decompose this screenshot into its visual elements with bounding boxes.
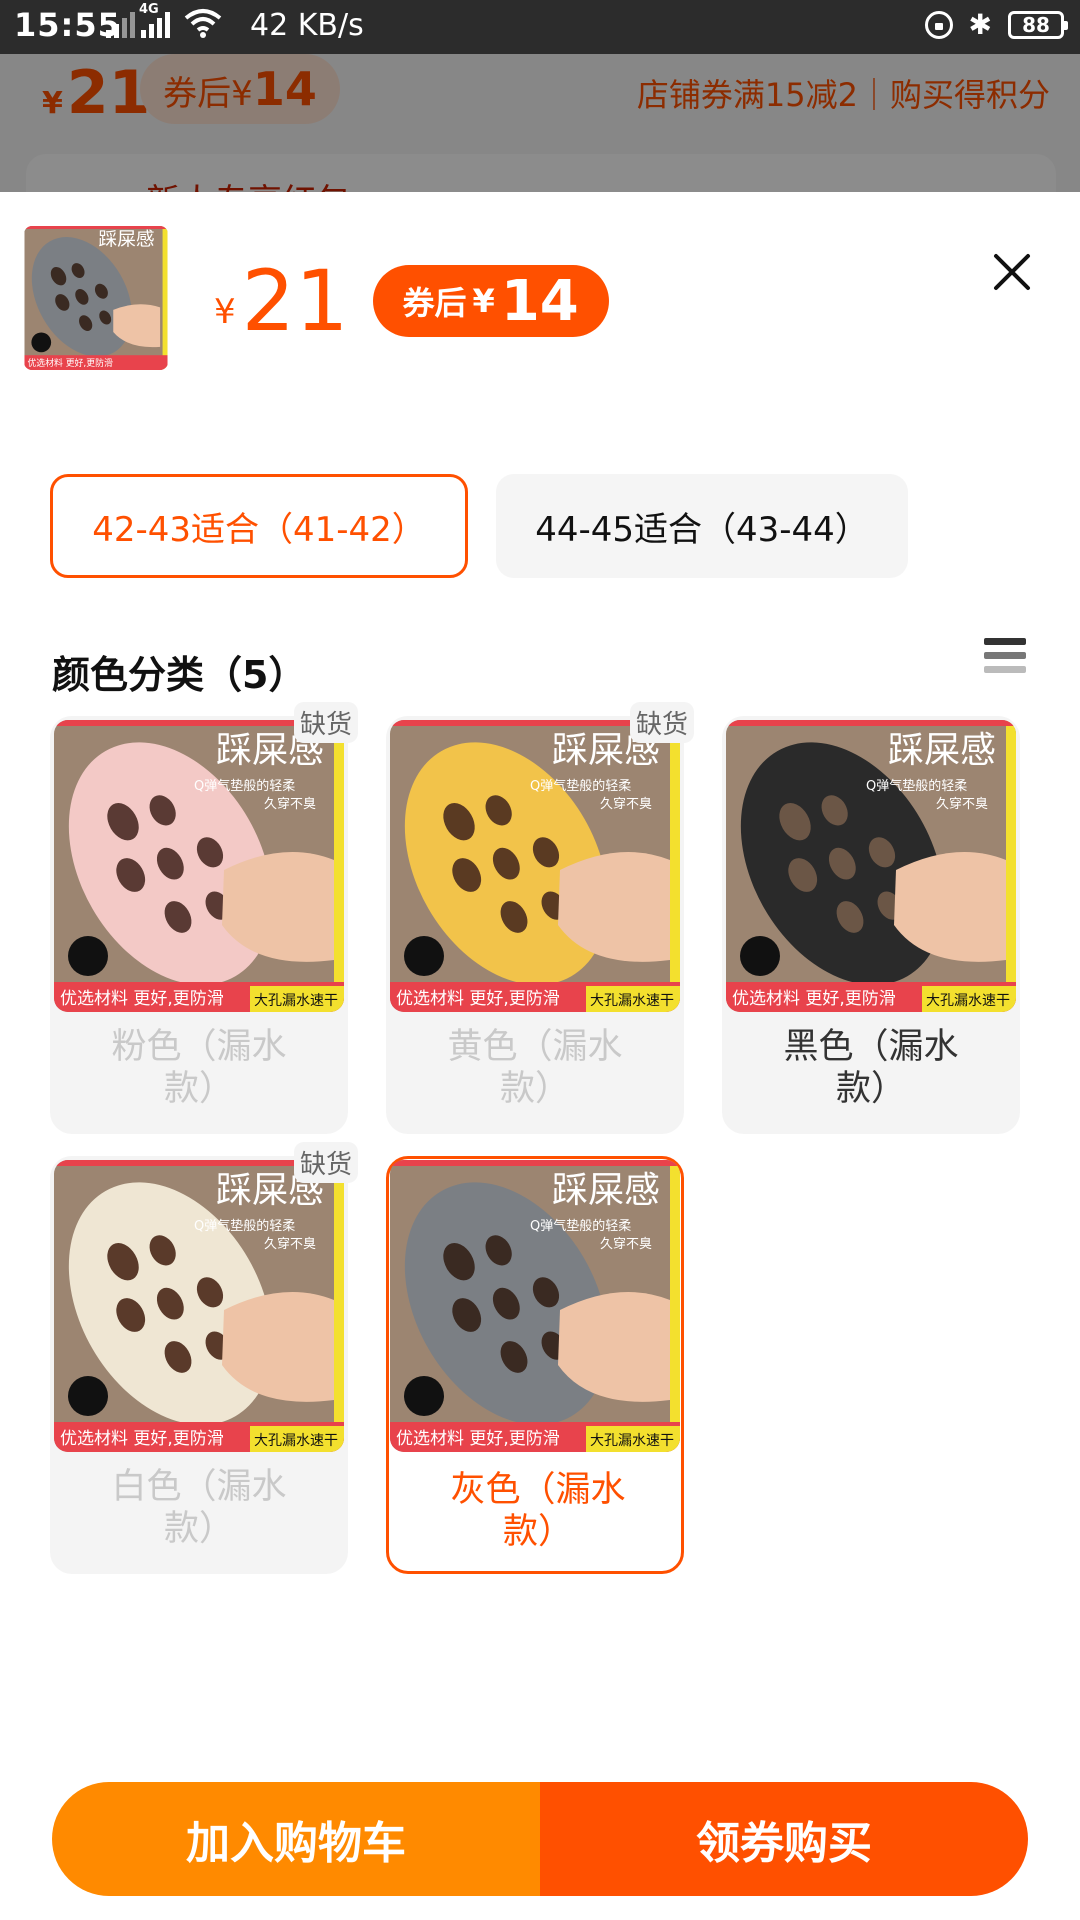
product-thumbnail[interactable]: 踩屎感 优选材料 更好,更防滑	[24, 226, 168, 370]
modal-overlay[interactable]	[0, 54, 1080, 194]
color-option-pink[interactable]: 缺货 踩屎感 Q弹气垫般的轻柔 久穿不臭 优选材料 更好,更防滑 大孔漏水速干 …	[50, 702, 358, 1134]
status-bar: 15:55 4G 42 KB/s ✱ 88	[0, 0, 1080, 54]
color-option-image: 踩屎感 Q弹气垫般的轻柔 久穿不臭 优选材料 更好,更防滑 大孔漏水速干	[54, 720, 344, 1012]
svg-text:踩屎感: 踩屎感	[98, 230, 154, 251]
svg-text:久穿不臭: 久穿不臭	[264, 1236, 316, 1252]
network-speed: 42 KB/s	[250, 8, 364, 43]
color-option-label: 粉色（漏水款）	[111, 1027, 287, 1109]
color-option-image: 踩屎感 Q弹气垫般的轻柔 久穿不臭 优选材料 更好,更防滑 大孔漏水速干	[390, 1160, 680, 1452]
svg-text:优选材料 更好,更防滑: 优选材料 更好,更防滑	[732, 989, 896, 1009]
size-option-44-45[interactable]: 44-45适合（43-44）	[496, 474, 908, 578]
svg-text:Q弹气垫般的轻柔: Q弹气垫般的轻柔	[194, 778, 295, 794]
color-option-yellow[interactable]: 缺货 踩屎感 Q弹气垫般的轻柔 久穿不臭 优选材料 更好,更防滑 大孔漏水速干 …	[386, 702, 694, 1134]
svg-text:优选材料 更好,更防滑: 优选材料 更好,更防滑	[396, 989, 560, 1009]
price-row: ¥ 21 券后 ¥ 14	[214, 252, 609, 350]
wifi-icon	[184, 9, 222, 38]
svg-text:踩屎感: 踩屎感	[552, 1170, 660, 1211]
bluetooth-icon: ✱	[968, 8, 992, 41]
rotation-lock-icon	[924, 10, 953, 39]
price-value: 21	[241, 252, 349, 350]
no-sim-signal-icon	[106, 8, 135, 38]
color-option-image: 踩屎感 Q弹气垫般的轻柔 久穿不臭 优选材料 更好,更防滑 大孔漏水速干	[726, 720, 1016, 1012]
out-of-stock-badge: 缺货	[293, 1142, 358, 1183]
svg-text:优选材料 更好,更防滑: 优选材料 更好,更防滑	[27, 357, 113, 369]
svg-text:大孔漏水速干: 大孔漏水速干	[254, 1433, 338, 1449]
svg-text:大孔漏水速干: 大孔漏水速干	[590, 1433, 674, 1449]
cellular-signal-group: 4G	[106, 2, 222, 38]
color-option-black[interactable]: 踩屎感 Q弹气垫般的轻柔 久穿不臭 优选材料 更好,更防滑 大孔漏水速干 黑色（…	[722, 716, 1020, 1134]
status-time: 15:55	[14, 6, 121, 44]
color-option-label: 灰色（漏水款）	[450, 1470, 626, 1552]
svg-text:Q弹气垫般的轻柔: Q弹气垫般的轻柔	[530, 1218, 631, 1234]
out-of-stock-badge: 缺货	[293, 702, 358, 743]
svg-text:Q弹气垫般的轻柔: Q弹气垫般的轻柔	[866, 778, 967, 794]
bottom-action-bar: 加入购物车 领券购买	[52, 1782, 1028, 1896]
svg-text:优选材料 更好,更防滑: 优选材料 更好,更防滑	[396, 1429, 560, 1449]
svg-text:大孔漏水速干: 大孔漏水速干	[590, 993, 674, 1009]
thumbnail-image: 踩屎感 优选材料 更好,更防滑	[24, 226, 168, 370]
svg-text:久穿不臭: 久穿不臭	[600, 796, 652, 812]
color-option-image: 踩屎感 Q弹气垫般的轻柔 久穿不臭 优选材料 更好,更防滑 大孔漏水速干	[54, 1160, 344, 1452]
buy-with-coupon-button[interactable]: 领券购买	[540, 1782, 1028, 1896]
battery-icon: 88	[1008, 10, 1068, 39]
color-option-gray[interactable]: 踩屎感 Q弹气垫般的轻柔 久穿不臭 优选材料 更好,更防滑 大孔漏水速干 灰色（…	[386, 1156, 684, 1574]
size-option-42-43[interactable]: 42-43适合（41-42）	[50, 474, 468, 578]
svg-text:久穿不臭: 久穿不臭	[600, 1236, 652, 1252]
svg-text:大孔漏水速干: 大孔漏水速干	[254, 993, 338, 1009]
svg-text:久穿不臭: 久穿不臭	[264, 796, 316, 812]
color-option-image: 踩屎感 Q弹气垫般的轻柔 久穿不臭 优选材料 更好,更防滑 大孔漏水速干	[390, 720, 680, 1012]
svg-text:优选材料 更好,更防滑: 优选材料 更好,更防滑	[60, 989, 224, 1009]
signal-4g-icon: 4G	[139, 2, 170, 38]
svg-text:Q弹气垫般的轻柔: Q弹气垫般的轻柔	[194, 1218, 295, 1234]
close-icon[interactable]	[988, 248, 1036, 296]
color-option-label: 白色（漏水款）	[111, 1467, 287, 1549]
out-of-stock-badge: 缺货	[629, 702, 694, 743]
svg-text:优选材料 更好,更防滑: 优选材料 更好,更防滑	[60, 1429, 224, 1449]
svg-text:大孔漏水速干: 大孔漏水速干	[926, 993, 1010, 1009]
color-option-label: 黄色（漏水款）	[447, 1027, 623, 1109]
coupon-price-badge: 券后 ¥ 14	[372, 265, 609, 337]
add-to-cart-button[interactable]: 加入购物车	[52, 1782, 540, 1896]
svg-text:久穿不臭: 久穿不臭	[936, 796, 988, 812]
color-option-label: 黑色（漏水款）	[783, 1027, 959, 1109]
color-section-title: 颜色分类（5）	[52, 653, 307, 697]
svg-text:Q弹气垫般的轻柔: Q弹气垫般的轻柔	[530, 778, 631, 794]
color-option-white[interactable]: 缺货 踩屎感 Q弹气垫般的轻柔 久穿不臭 优选材料 更好,更防滑 大孔漏水速干 …	[50, 1142, 358, 1574]
list-view-icon[interactable]	[984, 638, 1026, 684]
sku-selection-sheet: 踩屎感 优选材料 更好,更防滑 ¥ 21 券后 ¥ 14 42-43适合（41-…	[0, 192, 1080, 1920]
svg-text:踩屎感: 踩屎感	[888, 730, 996, 771]
price-currency: ¥	[214, 292, 236, 332]
